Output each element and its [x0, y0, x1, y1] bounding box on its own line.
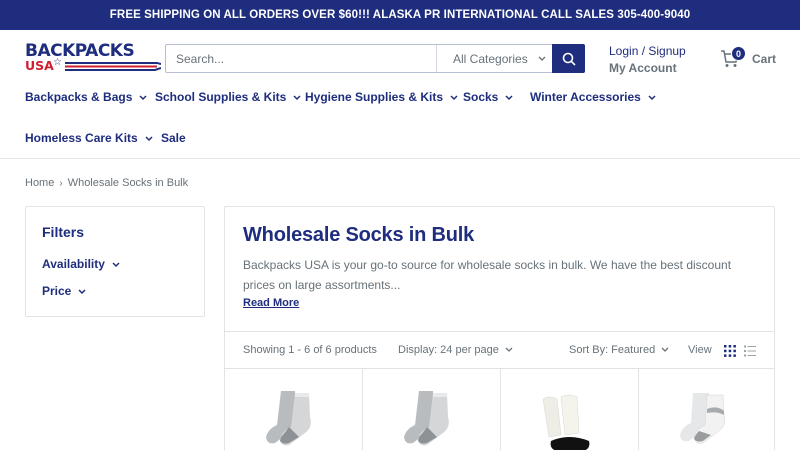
black-white-low-cut-socks-image — [542, 394, 590, 450]
view-label: View — [688, 344, 712, 356]
breadcrumb-current: Wholesale Socks in Bulk — [67, 177, 189, 189]
nav-item-label: Socks — [463, 90, 499, 104]
product-card[interactable] — [501, 369, 639, 450]
filter-price[interactable]: Price — [42, 284, 86, 298]
chevron-down-icon — [78, 284, 86, 298]
sort-by-label: Sort By: Featured — [569, 344, 656, 356]
nav-item-socks[interactable]: Socks — [463, 90, 513, 104]
filter-price-label: Price — [42, 284, 72, 298]
nav-item-label: Backpacks & Bags — [25, 90, 133, 104]
product-card[interactable] — [225, 369, 363, 450]
grid-view-icon[interactable] — [724, 344, 736, 362]
sort-by-select[interactable]: Sort By: Featured — [569, 344, 669, 356]
chevron-down-icon — [648, 90, 656, 104]
filter-availability-label: Availability — [42, 257, 105, 271]
nav-item-label: Homeless Care Kits — [25, 131, 138, 145]
search-icon — [562, 52, 576, 66]
search-input[interactable] — [166, 45, 436, 72]
nav-divider — [0, 158, 800, 159]
announcement-bar: FREE SHIPPING ON ALL ORDERS OVER $60!!! … — [0, 0, 800, 30]
account-links: Login / Signup My Account — [609, 43, 686, 76]
chevron-down-icon — [145, 131, 153, 145]
chevron-down-icon — [139, 90, 147, 104]
product-count: Showing 1 - 6 of 6 products — [243, 344, 377, 356]
cart-button[interactable]: 0 Cart — [720, 46, 780, 70]
filters-panel: Filters Availability Price — [25, 206, 205, 317]
nav-item-label: Sale — [161, 131, 186, 145]
read-more-link[interactable]: Read More — [243, 297, 299, 309]
display-per-page-label: Display: 24 per page — [398, 344, 499, 356]
filters-title: Filters — [42, 224, 85, 240]
nav-item-hygiene-supplies[interactable]: Hygiene Supplies & Kits — [305, 90, 458, 104]
nav-item-backpacks-bags[interactable]: Backpacks & Bags — [25, 90, 147, 104]
search-button[interactable] — [552, 44, 585, 73]
chevron-down-icon — [505, 90, 513, 104]
nav-item-sale[interactable]: Sale — [161, 131, 186, 145]
chevron-down-icon — [450, 90, 458, 104]
breadcrumb-home[interactable]: Home — [25, 177, 54, 189]
white-gray-quarter-socks-image — [680, 393, 726, 444]
display-per-page-select[interactable]: Display: 24 per page — [398, 344, 513, 356]
chevron-down-icon — [538, 54, 546, 64]
chevron-down-icon — [505, 344, 513, 356]
breadcrumb: Home › Wholesale Socks in Bulk — [25, 177, 188, 189]
collection-description: Backpacks USA is your go-to source for w… — [243, 258, 732, 292]
chevron-down-icon — [293, 90, 301, 104]
site-logo[interactable]: BACKPACKS USA ☆ — [25, 43, 161, 75]
nav-item-school-supplies[interactable]: School Supplies & Kits — [155, 90, 301, 104]
page-title: Wholesale Socks in Bulk — [243, 224, 475, 246]
toolbar-top-divider — [225, 331, 774, 332]
product-card[interactable] — [639, 369, 774, 450]
search-bar: All Categories — [165, 44, 585, 73]
nav-item-label: School Supplies & Kits — [155, 90, 287, 104]
collection-panel: Wholesale Socks in Bulk Backpacks USA is… — [224, 206, 775, 450]
product-card[interactable] — [363, 369, 501, 450]
chevron-down-icon — [661, 344, 669, 356]
login-signup-link[interactable]: Login / Signup — [609, 43, 686, 59]
nav-item-label: Hygiene Supplies & Kits — [305, 90, 444, 104]
my-account-link[interactable]: My Account — [609, 60, 686, 76]
chevron-down-icon — [112, 257, 120, 271]
category-select[interactable]: All Categories — [436, 45, 553, 72]
cart-count-badge: 0 — [731, 46, 746, 61]
logo-stripes-icon — [65, 62, 161, 71]
filter-availability[interactable]: Availability — [42, 257, 120, 271]
nav-item-winter-accessories[interactable]: Winter Accessories — [530, 90, 656, 104]
gray-crew-socks-image — [404, 391, 449, 446]
nav-item-label: Winter Accessories — [530, 90, 641, 104]
cart-label: Cart — [752, 52, 777, 66]
nav-item-homeless-care-kits[interactable]: Homeless Care Kits — [25, 131, 153, 145]
chevron-right-icon: › — [59, 177, 63, 189]
logo-usa: USA — [25, 58, 54, 73]
gray-crew-socks-image — [266, 391, 311, 446]
list-view-icon[interactable] — [744, 344, 756, 362]
logo-star-icon: ☆ — [53, 57, 62, 68]
category-select-label: All Categories — [453, 51, 528, 66]
